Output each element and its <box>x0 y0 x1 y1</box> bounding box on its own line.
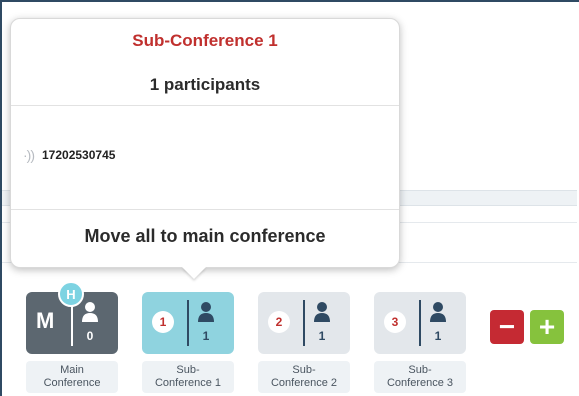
participant-row[interactable]: ·)) 17202530745 <box>23 147 115 163</box>
conference-tile-sub-1[interactable]: 1 1 <box>142 292 234 354</box>
conference-number-badge: 2 <box>268 311 290 333</box>
label-line: Main <box>60 364 84 376</box>
label-line: Conference 1 <box>154 377 222 389</box>
main-badge: M <box>36 308 55 333</box>
participant-count-badge: 1 <box>318 329 326 343</box>
tile-separator <box>303 300 305 346</box>
person-icon <box>430 302 446 322</box>
divider <box>11 105 399 106</box>
conference-label-main: Main Conference <box>26 361 118 393</box>
participant-number: 17202530745 <box>42 148 116 162</box>
host-badge: H <box>58 281 84 307</box>
person-icon <box>82 302 98 322</box>
participant-count: 1 participants <box>149 75 261 94</box>
label-line: Sub- <box>292 364 316 376</box>
move-all-to-main-button[interactable]: Move all to main conference <box>11 226 399 247</box>
label-line: Conference 2 <box>270 377 338 389</box>
conference-tile-sub-3[interactable]: 3 1 <box>374 292 466 354</box>
participant-count-badge: 1 <box>202 329 210 343</box>
label-line: Conference 3 <box>386 377 454 389</box>
label-line: Sub- <box>408 364 432 376</box>
divider <box>11 209 399 210</box>
conference-number-badge: 1 <box>152 311 174 333</box>
person-icon <box>198 302 214 322</box>
tile-separator <box>419 300 421 346</box>
label-line: Conference <box>43 377 101 389</box>
remove-sub-conference-button[interactable]: − <box>490 310 524 344</box>
tile-separator <box>187 300 189 346</box>
participant-count-badge: 1 <box>434 329 442 343</box>
conference-label-sub-3: Sub- Conference 3 <box>374 361 466 393</box>
popover-title: Sub-Conference 1 <box>132 31 278 50</box>
conference-label-sub-2: Sub- Conference 2 <box>258 361 350 393</box>
audio-signal-icon: ·)) <box>23 147 35 163</box>
label-line: Sub- <box>176 364 200 376</box>
conference-number-badge: 3 <box>384 311 406 333</box>
person-icon <box>314 302 330 322</box>
conference-tile-sub-2[interactable]: 2 1 <box>258 292 350 354</box>
conference-label-sub-1: Sub- Conference 1 <box>142 361 234 393</box>
sub-conference-popover: Sub-Conference 1 1 participants ·)) 1720… <box>10 18 400 268</box>
window-top-border <box>0 0 579 2</box>
add-sub-conference-button[interactable]: + <box>530 310 564 344</box>
participant-count-badge: 0 <box>86 329 94 343</box>
